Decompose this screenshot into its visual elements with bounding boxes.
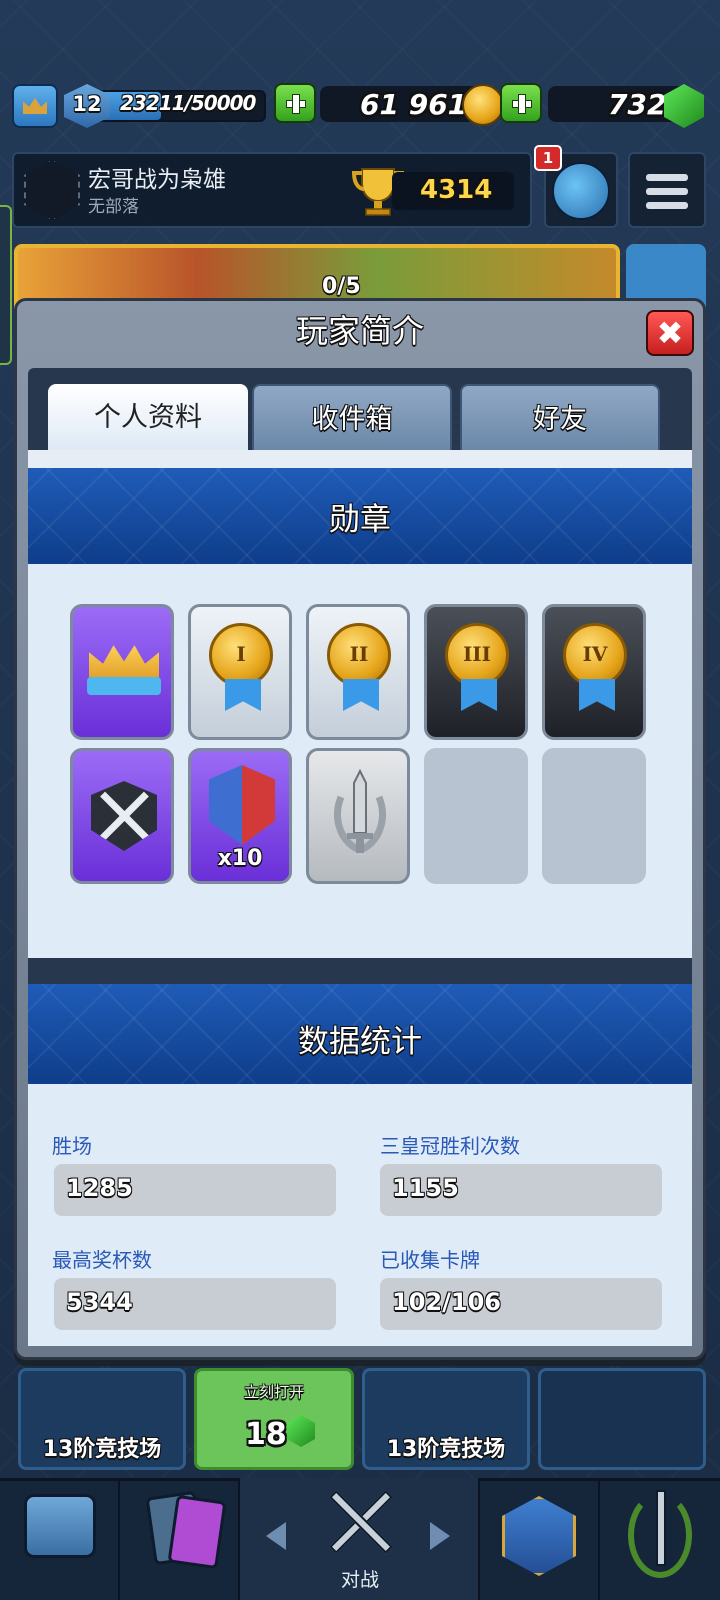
crossed-swords-badge-icon [91, 781, 157, 851]
medal-iv-icon: IV [563, 623, 627, 687]
nav-next-arrow-icon[interactable] [430, 1522, 450, 1550]
three-crown-value: 1155 [392, 1174, 459, 1202]
red-blue-shield-badge-icon [209, 765, 275, 845]
sword-laurel-badge-icon [334, 768, 386, 853]
cards-collected-label: 已收集卡牌 [380, 1248, 480, 1272]
nav-events[interactable] [600, 1478, 720, 1600]
chest-slot-label: 13阶竞技场 [386, 1437, 506, 1462]
close-button[interactable]: ✖ [646, 310, 694, 356]
notification-badge: 1 [534, 145, 562, 171]
clan-shield-icon [502, 1496, 576, 1576]
chest-slot-3[interactable]: 13阶竞技场 [362, 1368, 530, 1470]
nav-clan[interactable] [480, 1478, 600, 1600]
chest-slot-4[interactable] [538, 1368, 706, 1470]
ribbon-icon [579, 679, 615, 711]
hamburger-line [646, 202, 688, 209]
wins-label: 胜场 [52, 1134, 92, 1158]
ribbon-icon [461, 679, 497, 711]
menu-button[interactable] [628, 152, 706, 228]
medal-badge-1[interactable]: I [188, 604, 292, 740]
wins-value: 1285 [66, 1174, 133, 1202]
gold-amount: 61 961 [360, 88, 468, 121]
battle-badge[interactable] [70, 748, 174, 884]
tab-inbox[interactable]: 收件箱 [252, 384, 452, 452]
nav-shop[interactable] [0, 1478, 120, 1600]
three-crown-label: 三皇冠胜利次数 [380, 1134, 520, 1158]
clan-name: 无部落 [88, 197, 139, 217]
best-trophies-box: 5344 [54, 1278, 336, 1330]
card-back [167, 1494, 227, 1570]
sword-badge[interactable] [306, 748, 410, 884]
empty-badge-slot [424, 748, 528, 884]
war-badge[interactable]: x10 [188, 748, 292, 884]
buy-gems-button[interactable] [500, 83, 542, 123]
nav-battle-label: 对战 [340, 1569, 379, 1591]
medal-badge-4[interactable]: IV [542, 604, 646, 740]
crown-icon [23, 98, 47, 114]
cards-collected-value: 102/106 [392, 1288, 501, 1316]
open-cost: 18 [245, 1417, 287, 1452]
badge-count: x10 [217, 846, 263, 871]
badges-title: 勋章 [329, 502, 391, 538]
crown-badge[interactable] [70, 604, 174, 740]
tab-friends[interactable]: 好友 [460, 384, 660, 452]
medal-ii-icon: II [327, 623, 391, 687]
chest-slot-1[interactable]: 13阶竞技场 [18, 1368, 186, 1470]
medal-i-icon: I [209, 623, 273, 687]
buy-gold-button[interactable] [274, 83, 316, 123]
empty-badge-slot [542, 748, 646, 884]
medal-iii-icon: III [445, 623, 509, 687]
best-trophies-value: 5344 [66, 1288, 133, 1316]
banner-progress: 0/5 [322, 274, 361, 299]
shop-chest-icon [24, 1494, 96, 1558]
stats-title: 数据统计 [298, 1024, 422, 1060]
globe-icon [552, 162, 610, 220]
player-name: 宏哥战为枭雄 [88, 167, 226, 193]
trophy-count: 4314 [420, 175, 493, 205]
level-number: 12 [72, 92, 102, 116]
three-crown-box: 1155 [380, 1164, 662, 1216]
chest-slot-2[interactable]: 立刻打开 18 [194, 1368, 354, 1470]
hamburger-line [646, 188, 688, 195]
wins-box: 1285 [54, 1164, 336, 1216]
close-icon: ✖ [656, 314, 684, 352]
king-tower-button[interactable] [12, 84, 58, 128]
chest-slot-label: 13阶竞技场 [42, 1437, 162, 1462]
nav-cards[interactable] [120, 1478, 240, 1600]
modal-title: 玩家简介 [295, 312, 424, 350]
cards-collected-box: 102/106 [380, 1278, 662, 1330]
hamburger-menu-icon [646, 174, 688, 181]
xp-text: 23211/50000 [120, 91, 256, 115]
medal-badge-3[interactable]: III [424, 604, 528, 740]
ribbon-icon [343, 679, 379, 711]
gold-coin-icon [462, 84, 504, 126]
best-trophies-label: 最高奖杯数 [52, 1248, 152, 1272]
nav-prev-arrow-icon[interactable] [266, 1522, 286, 1550]
gem-icon [287, 1415, 315, 1447]
open-now-label: 立刻打开 [243, 1383, 304, 1401]
gem-amount: 732 [608, 88, 667, 121]
ribbon-icon [225, 679, 261, 711]
sword-blade [656, 1490, 666, 1566]
crown-band [87, 677, 161, 695]
crossed-swords-icon [320, 1482, 400, 1562]
tab-profile[interactable]: 个人资料 [48, 384, 248, 452]
medal-badge-2[interactable]: II [306, 604, 410, 740]
